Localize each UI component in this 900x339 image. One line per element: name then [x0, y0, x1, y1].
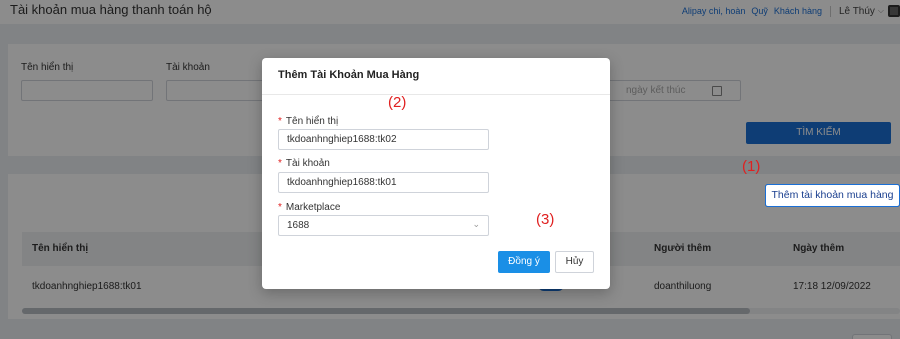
- modal-title: Thêm Tài Khoản Mua Hàng: [278, 69, 420, 81]
- confirm-button[interactable]: Đồng ý: [498, 251, 550, 273]
- account-label-text: Tài khoản: [285, 158, 330, 169]
- required-mark: *: [278, 202, 282, 213]
- marketplace-label: * Marketplace: [278, 202, 340, 213]
- chevron-down-icon: ⌄: [472, 219, 480, 229]
- marketplace-label-text: Marketplace: [285, 202, 341, 213]
- required-mark: *: [278, 116, 282, 127]
- add-account-button-highlight[interactable]: Thêm tài khoản mua hàng: [765, 184, 900, 207]
- display-name-label-text: Tên hiển thị: [285, 116, 339, 127]
- annotation-2: (2): [388, 94, 407, 111]
- cancel-button[interactable]: Hủy: [555, 251, 594, 273]
- account-label: * Tài khoản: [278, 158, 330, 169]
- marketplace-select[interactable]: 1688 ⌄: [278, 215, 489, 236]
- account-input[interactable]: tkdoanhnghiep1688:tk01: [278, 172, 489, 193]
- display-name-label: * Tên hiển thị: [278, 116, 338, 127]
- display-name-input[interactable]: tkdoanhnghiep1688:tk02: [278, 129, 489, 150]
- add-account-modal: Thêm Tài Khoản Mua Hàng (2) * Tên hiển th…: [262, 58, 610, 289]
- annotation-3: (3): [536, 211, 555, 228]
- modal-divider: [262, 94, 610, 95]
- annotation-1: (1): [742, 158, 761, 175]
- required-mark: *: [278, 158, 282, 169]
- marketplace-value: 1688: [287, 220, 310, 231]
